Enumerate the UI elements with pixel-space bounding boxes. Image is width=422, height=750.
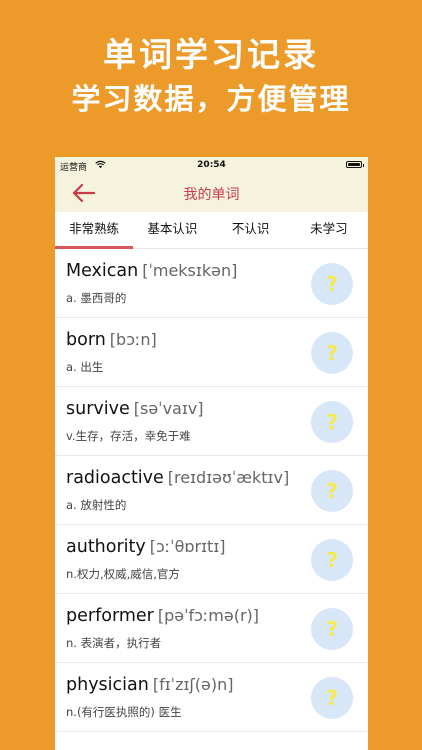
word-text: survive — [66, 399, 130, 419]
page-title: 我的单词 — [183, 187, 240, 203]
phone-screen: 运营商 20:54 我的单词 非常熟练 基本认识 不认识 未学习 Mexican… — [55, 157, 368, 750]
list-item[interactable]: performer [pəˈfɔːmə(r)] n. 表演者，执行者 ? — [55, 594, 368, 663]
word-phonetic: [ˈmeksɪkən] — [142, 261, 238, 280]
list-item[interactable]: Mexican [ˈmeksɪkən] a. 墨西哥的 ? — [55, 249, 368, 318]
promo-subtitle: 学习数据，方便管理 — [71, 82, 351, 116]
word-text: radioactive — [66, 468, 164, 488]
question-status-icon[interactable]: ? — [311, 332, 353, 374]
word-text: born — [66, 330, 106, 350]
word-meaning: a. 墨西哥的 — [66, 291, 127, 305]
question-status-icon[interactable]: ? — [311, 677, 353, 719]
word-meaning: n.(有行医执照的) 医生 — [66, 705, 182, 719]
word-phonetic: [ɔːˈθɒrɪtɪ] — [149, 537, 226, 556]
nav-bar: 我的单词 — [55, 174, 368, 212]
question-status-icon[interactable]: ? — [311, 470, 353, 512]
word-phonetic: [bɔːn] — [109, 330, 157, 349]
tab-bar: 非常熟练 基本认识 不认识 未学习 — [55, 212, 368, 249]
tab-very-proficient[interactable]: 非常熟练 — [55, 212, 134, 249]
clock-time: 20:54 — [197, 160, 226, 170]
question-status-icon[interactable]: ? — [311, 401, 353, 443]
word-phonetic: [pəˈfɔːmə(r)] — [157, 606, 260, 625]
tab-basic-known[interactable]: 基本认识 — [133, 212, 211, 248]
word-text: physician — [66, 675, 149, 695]
tab-not-learned[interactable]: 未学习 — [290, 212, 368, 248]
battery-icon — [346, 161, 364, 168]
word-meaning: v.生存，存活，幸免于难 — [66, 429, 191, 443]
word-phonetic: [reɪdɪəʊˈæktɪv] — [167, 468, 290, 487]
word-text: Mexican — [66, 261, 139, 281]
word-meaning: n.权力,权威,威信,官方 — [66, 567, 180, 581]
promo-title: 单词学习记录 — [103, 35, 319, 74]
question-status-icon[interactable]: ? — [311, 263, 353, 305]
tab-unknown[interactable]: 不认识 — [212, 212, 290, 248]
question-status-icon[interactable]: ? — [311, 608, 353, 650]
status-bar: 运营商 20:54 — [55, 157, 368, 174]
word-list: Mexican [ˈmeksɪkən] a. 墨西哥的 ? born [bɔːn] … — [55, 249, 368, 732]
list-item[interactable]: authority [ɔːˈθɒrɪtɪ] n.权力,权威,威信,官方 ? — [55, 525, 368, 594]
word-meaning: a. 出生 — [66, 360, 104, 374]
word-meaning: n. 表演者，执行者 — [66, 636, 162, 650]
word-phonetic: [fɪˈzɪʃ(ə)n] — [152, 675, 234, 694]
word-phonetic: [səˈvaɪv] — [133, 399, 204, 418]
question-status-icon[interactable]: ? — [311, 539, 353, 581]
word-meaning: a. 放射性的 — [66, 498, 127, 512]
list-item[interactable]: radioactive [reɪdɪəʊˈæktɪv] a. 放射性的 ? — [55, 456, 368, 525]
word-text: performer — [66, 606, 154, 626]
list-item[interactable]: born [bɔːn] a. 出生 ? — [55, 318, 368, 387]
list-item[interactable]: physician [fɪˈzɪʃ(ə)n] n.(有行医执照的) 医生 ? — [55, 663, 368, 732]
word-text: authority — [66, 537, 146, 557]
list-item[interactable]: survive [səˈvaɪv] v.生存，存活，幸免于难 ? — [55, 387, 368, 456]
